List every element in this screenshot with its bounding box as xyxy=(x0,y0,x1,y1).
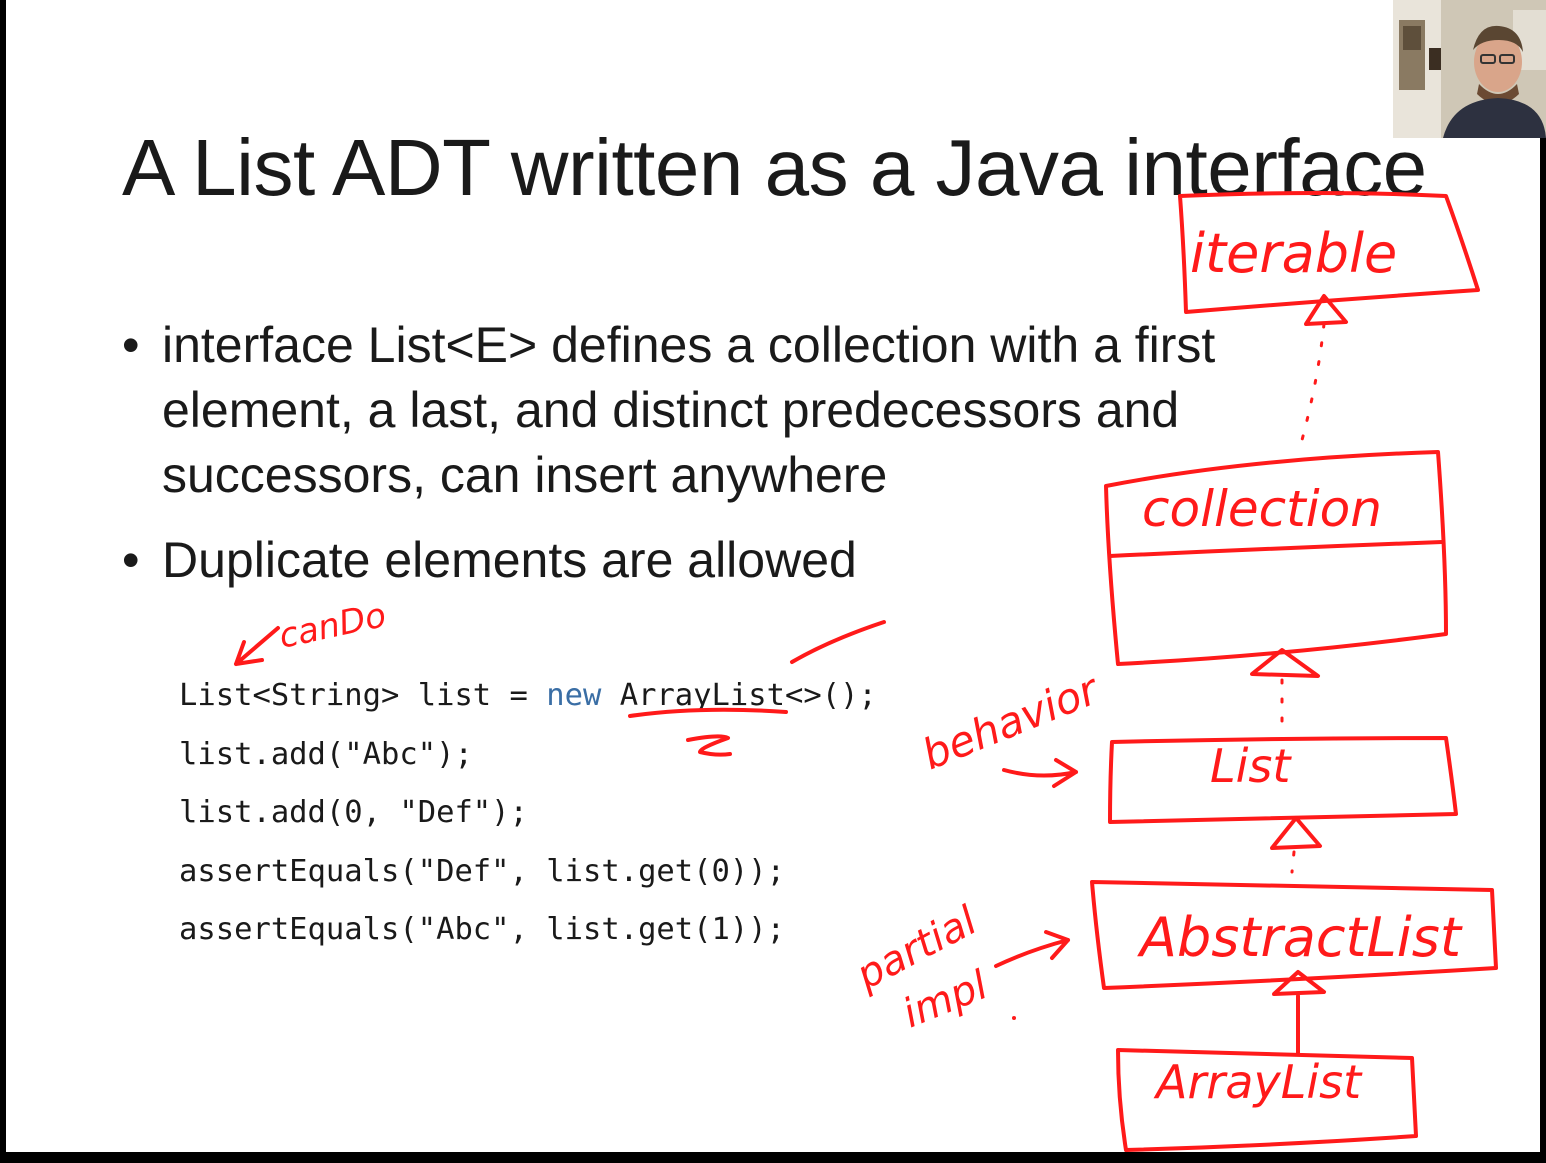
code-text: ArrayList<>(); xyxy=(601,678,877,713)
presenter-icon xyxy=(1393,0,1546,138)
code-line: list.add(0, "Def"); xyxy=(179,795,528,830)
bullet-list: interface List<E> defines a collection w… xyxy=(122,313,1322,593)
slide-title: A List ADT written as a Java interface xyxy=(122,123,1427,212)
presenter-video-thumbnail xyxy=(1393,0,1546,138)
code-line: List<String> list = new ArrayList<>(); xyxy=(179,667,939,726)
code-text: List<String> list = xyxy=(179,678,547,713)
code-line: assertEquals("Def", list.get(0)); xyxy=(179,853,785,889)
bullet-item: Duplicate elements are allowed xyxy=(122,528,1322,593)
code-line: assertEquals("Abc", list.get(1)); xyxy=(179,912,785,947)
slide: A List ADT written as a Java interface i… xyxy=(6,0,1540,1152)
code-keyword: new xyxy=(546,678,602,713)
code-block: List<String> list = new ArrayList<>(); l… xyxy=(179,667,939,960)
bullet-item: interface List<E> defines a collection w… xyxy=(122,313,1322,508)
code-line: list.add("Abc"); xyxy=(179,736,473,772)
